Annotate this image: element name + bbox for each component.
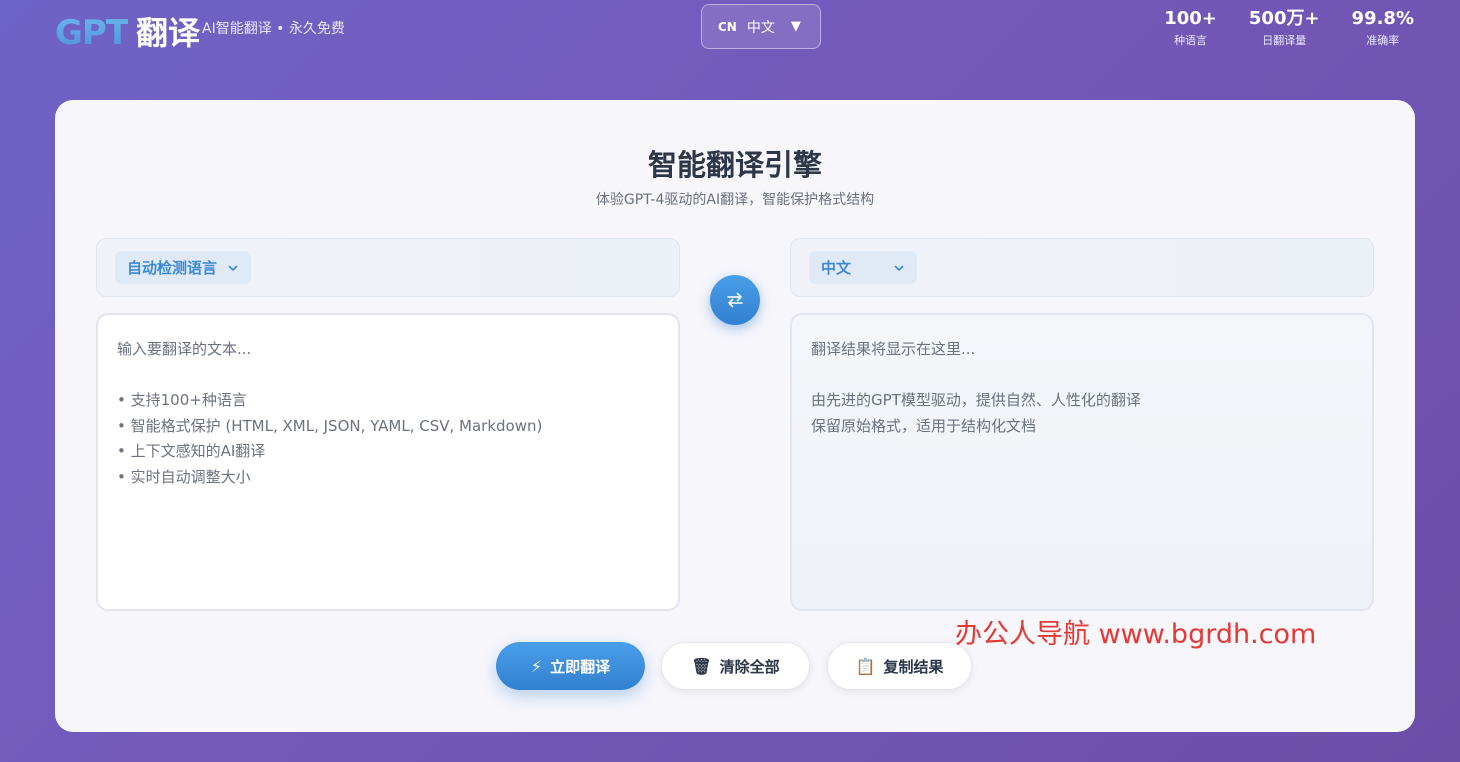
output-placeholder-line <box>811 363 1353 389</box>
ui-language-code: CN <box>718 20 737 34</box>
output-placeholder-line: 翻译结果将显示在这里... <box>811 337 1353 363</box>
input-placeholder-line: • 支持100+种语言 <box>117 388 659 414</box>
input-placeholder-line: • 智能格式保护 (HTML, XML, JSON, YAML, CSV, Ma… <box>117 414 659 440</box>
stat-label: 准确率 <box>1352 32 1414 48</box>
stat-daily-volume: 500万+ 日翻译量 <box>1249 8 1320 48</box>
swap-languages-button[interactable] <box>710 275 760 325</box>
app-header: GPT 翻译 AI智能翻译 • 永久免费 CN 中文 ▼ 100+ 种语言 50… <box>0 0 1460 60</box>
page-title: 智能翻译引擎 <box>55 142 1415 184</box>
input-placeholder-line: • 实时自动调整大小 <box>117 465 659 491</box>
trash-icon: 🗑 <box>691 657 711 676</box>
chevron-down-icon <box>893 262 905 274</box>
tagline: AI智能翻译 • 永久免费 <box>202 18 345 38</box>
stats-bar: 100+ 种语言 500万+ 日翻译量 99.8% 准确率 <box>1164 8 1414 48</box>
stat-value: 99.8% <box>1352 8 1414 30</box>
stat-label: 种语言 <box>1164 32 1217 48</box>
clear-all-button[interactable]: 🗑 清除全部 <box>661 642 810 690</box>
input-placeholder-line: 输入要翻译的文本... <box>117 337 659 363</box>
logo[interactable]: GPT 翻译 <box>55 8 200 54</box>
translate-button[interactable]: ⚡ 立即翻译 <box>496 642 645 690</box>
site-watermark: 办公人导航 www.bgrdh.com <box>955 612 1316 651</box>
source-text-input[interactable]: 输入要翻译的文本... • 支持100+种语言 • 智能格式保护 (HTML, … <box>96 313 680 611</box>
logo-gpt-text: GPT <box>55 13 128 53</box>
input-placeholder-line <box>117 363 659 389</box>
target-language-select[interactable]: 中文 <box>809 251 917 284</box>
copy-result-button-label: 复制结果 <box>883 656 943 677</box>
target-language-label: 中文 <box>821 257 851 278</box>
page-subtitle: 体验GPT-4驱动的AI翻译，智能保护格式结构 <box>55 189 1415 209</box>
translate-button-label: 立即翻译 <box>550 656 610 677</box>
stat-accuracy: 99.8% 准确率 <box>1352 8 1414 48</box>
source-language-bar: 自动检测语言 <box>96 238 680 297</box>
output-placeholder-line: 由先进的GPT模型驱动，提供自然、人性化的翻译 <box>811 388 1353 414</box>
target-language-bar: 中文 <box>790 238 1374 297</box>
logo-cn-text: 翻译 <box>136 8 200 54</box>
output-placeholder-line: 保留原始格式，适用于结构化文档 <box>811 414 1353 440</box>
copy-result-button[interactable]: 📋 复制结果 <box>827 642 972 690</box>
lightning-icon: ⚡ <box>531 657 542 676</box>
source-language-label: 自动检测语言 <box>127 257 217 278</box>
source-language-select[interactable]: 自动检测语言 <box>115 251 251 284</box>
ui-language-name: 中文 <box>747 17 775 37</box>
caret-down-icon: ▼ <box>791 19 801 34</box>
stat-value: 500万+ <box>1249 8 1320 30</box>
clipboard-icon: 📋 <box>856 657 876 676</box>
ui-language-selector[interactable]: CN 中文 ▼ <box>701 4 821 49</box>
swap-icon <box>725 290 745 310</box>
input-placeholder-line: • 上下文感知的AI翻译 <box>117 439 659 465</box>
clear-all-button-label: 清除全部 <box>720 656 780 677</box>
stat-value: 100+ <box>1164 8 1217 30</box>
stat-languages: 100+ 种语言 <box>1164 8 1217 48</box>
stat-label: 日翻译量 <box>1249 32 1320 48</box>
chevron-down-icon <box>227 262 239 274</box>
translation-output[interactable]: 翻译结果将显示在这里... 由先进的GPT模型驱动，提供自然、人性化的翻译 保留… <box>790 313 1374 611</box>
